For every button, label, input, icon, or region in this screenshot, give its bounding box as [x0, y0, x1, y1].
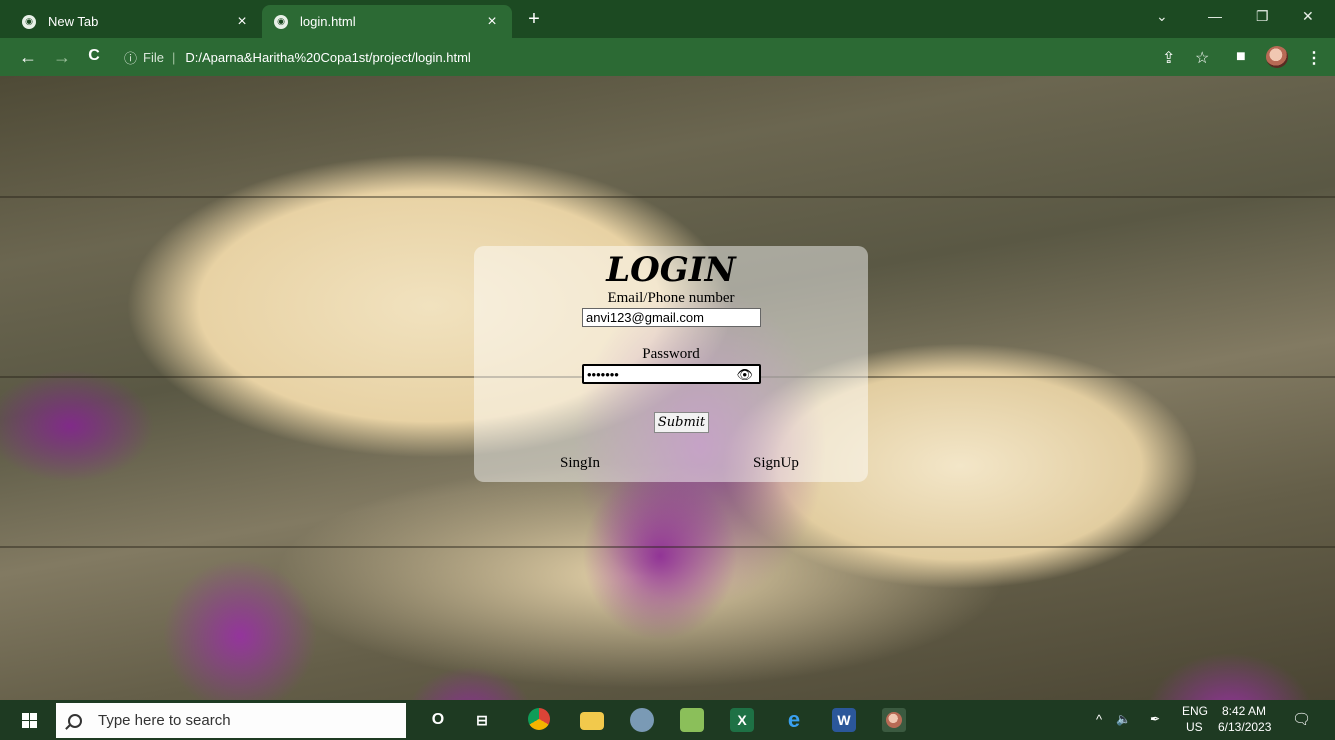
minimize-button[interactable]: —	[1208, 8, 1222, 24]
clock-date[interactable]: 6/13/2023	[1218, 720, 1271, 734]
side-panel-icon[interactable]: ■	[1236, 48, 1246, 66]
address-separator: |	[171, 49, 176, 65]
edge-icon[interactable]: e	[782, 707, 806, 732]
scheme-label: File	[143, 49, 164, 65]
password-field-wrapper[interactable]: 👁	[582, 364, 761, 384]
tab-close-icon[interactable]: ×	[484, 13, 500, 31]
browser-toolbar: ← → C ⓘ File | D:/Aparna&Haritha%20Copa1…	[0, 38, 1335, 76]
show-password-eye-icon[interactable]: 👁	[736, 367, 753, 383]
close-window-button[interactable]: ✕	[1302, 8, 1314, 25]
paint-icon[interactable]	[680, 708, 704, 732]
signin-link[interactable]: SingIn	[560, 455, 600, 472]
windows-start-icon[interactable]	[22, 713, 37, 728]
password-label: Password	[642, 346, 700, 362]
search-placeholder: Type here to search	[98, 712, 231, 729]
browser-tab-strip: ◉ New Tab × ◉ login.html × + ⌄ — ❐ ✕	[0, 0, 1335, 38]
profile-thumbnail	[886, 712, 902, 728]
clock-time[interactable]: 8:42 AM	[1222, 704, 1266, 718]
tab-search-dropdown-icon[interactable]: ⌄	[1156, 8, 1168, 25]
language-code[interactable]: ENG	[1182, 704, 1208, 718]
login-title: LOGIN	[606, 250, 736, 290]
forward-button[interactable]: →	[52, 47, 72, 68]
chrome-icon[interactable]	[528, 708, 550, 730]
task-view-icon[interactable]: ⊟	[470, 708, 494, 732]
reload-button[interactable]: C	[84, 47, 104, 65]
back-button[interactable]: ←	[18, 47, 38, 68]
login-card: LOGIN Email/Phone number Password 👁 Subm…	[474, 246, 868, 482]
submit-button[interactable]: Submit	[654, 412, 709, 433]
signup-link[interactable]: SignUp	[753, 455, 799, 472]
tab-title: login.html	[300, 14, 356, 29]
restore-button[interactable]: ❐	[1256, 8, 1269, 25]
cortana-icon[interactable]: O	[426, 708, 450, 732]
share-icon[interactable]: ⇪	[1162, 48, 1175, 68]
wood-plank-divider	[0, 196, 1335, 198]
site-info-icon[interactable]: ⓘ	[124, 48, 137, 67]
search-icon	[68, 713, 82, 728]
address-bar[interactable]: ⓘ File | D:/Aparna&Haritha%20Copa1st/pro…	[124, 43, 1154, 71]
file-explorer-icon[interactable]	[580, 712, 604, 730]
pen-icon[interactable]: ✒	[1150, 712, 1160, 726]
tab-new-tab[interactable]: ◉ New Tab ×	[10, 5, 262, 38]
bookmark-star-icon[interactable]: ☆	[1195, 48, 1209, 68]
profile-avatar[interactable]	[1266, 46, 1288, 68]
email-field[interactable]	[582, 308, 761, 327]
excel-icon[interactable]: X	[730, 708, 754, 732]
app-icon[interactable]	[630, 708, 654, 732]
taskbar-search-box[interactable]: Type here to search	[56, 703, 406, 738]
tab-close-icon[interactable]: ×	[234, 13, 250, 31]
volume-icon[interactable]: 🔈	[1116, 712, 1131, 726]
new-tab-button[interactable]: +	[523, 8, 545, 31]
language-region[interactable]: US	[1186, 720, 1203, 734]
globe-favicon-icon: ◉	[274, 14, 288, 29]
password-field[interactable]	[584, 366, 734, 382]
tab-title: New Tab	[48, 14, 99, 29]
email-label: Email/Phone number	[607, 290, 735, 306]
show-hidden-icons-chevron-icon[interactable]: ^	[1096, 712, 1102, 727]
menu-kebab-icon[interactable]: ⋮	[1306, 48, 1322, 68]
chrome-profile-icon[interactable]	[882, 708, 906, 732]
tab-login-html[interactable]: ◉ login.html ×	[262, 5, 512, 38]
url-text[interactable]: D:/Aparna&Haritha%20Copa1st/project/logi…	[185, 50, 470, 65]
windows-taskbar: Type here to search O ⊟ X e W ^ 🔈 ✒ ENG …	[0, 700, 1335, 740]
wood-plank-divider	[0, 546, 1335, 548]
notification-center-icon[interactable]: 🗨	[1292, 710, 1311, 728]
word-icon[interactable]: W	[832, 708, 856, 732]
chrome-favicon-icon: ◉	[22, 14, 36, 29]
